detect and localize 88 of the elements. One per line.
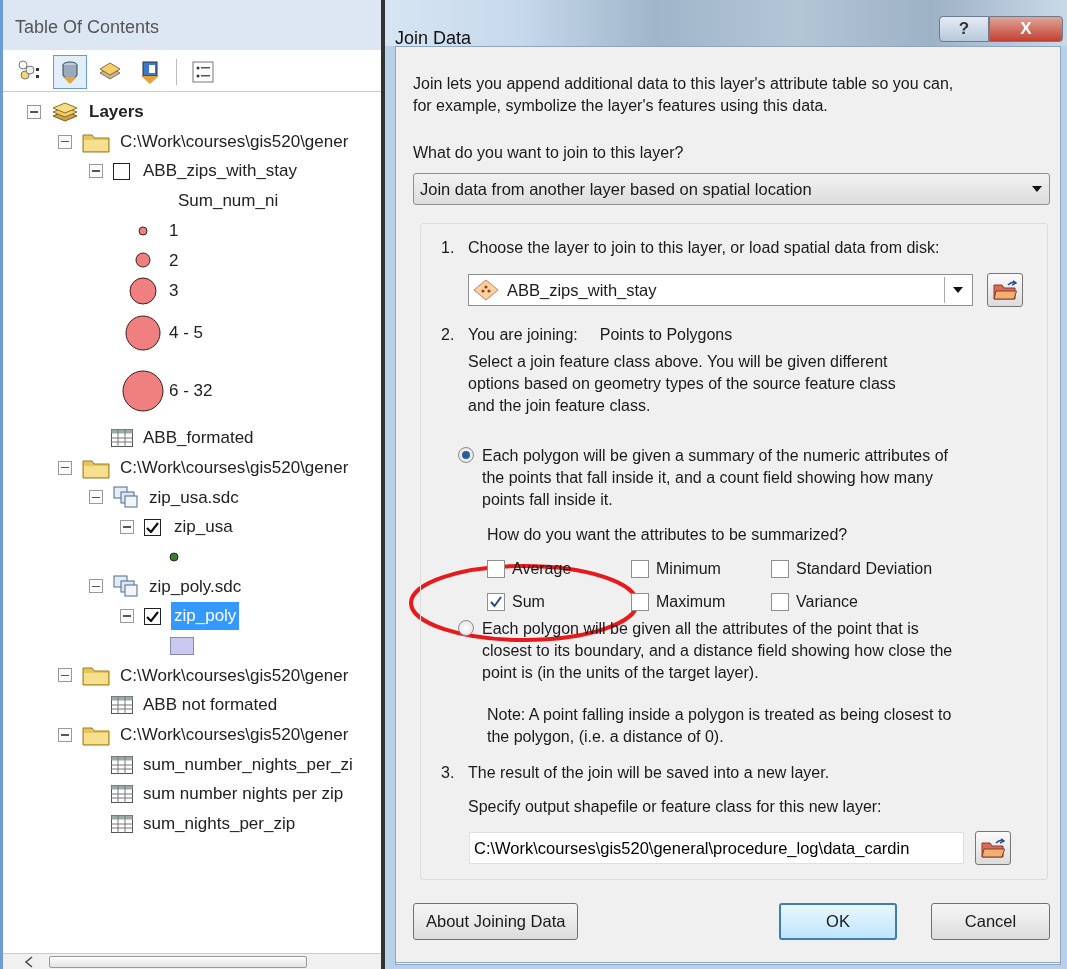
checkbox-label[interactable]: Maximum — [656, 590, 726, 614]
legend-label: 3 — [168, 280, 180, 303]
checkbox[interactable] — [487, 593, 505, 611]
cancel-button[interactable]: Cancel — [931, 903, 1050, 940]
legend-label: 4 - 5 — [168, 322, 205, 345]
table-label[interactable]: sum_number_nights_per_zi — [140, 750, 356, 779]
browse-button[interactable] — [975, 831, 1011, 865]
checkbox[interactable] — [771, 593, 789, 611]
browse-button[interactable] — [987, 273, 1023, 307]
ok-button[interactable]: OK — [779, 903, 897, 940]
folder-label[interactable]: C:\Work\courses\gis520\gener — [117, 453, 352, 482]
option-text: Each polygon will be given a summary of the numeric attributes of the points that fall inside it, and a count field showing how many points fall inside it. — [482, 446, 948, 510]
collapse-toggle[interactable] — [89, 164, 103, 179]
collapse-toggle[interactable] — [89, 579, 103, 594]
table-icon — [111, 696, 133, 715]
layers-icon — [51, 100, 79, 123]
database-button[interactable] — [53, 55, 87, 89]
about-button[interactable]: About Joining Data — [413, 903, 579, 940]
table-icon — [111, 755, 133, 774]
dropdown-caret-icon — [951, 286, 964, 294]
folder-label[interactable]: zip_poly.sdc — [146, 572, 245, 601]
checkbox[interactable] — [631, 560, 649, 578]
help-button[interactable]: ? — [939, 16, 989, 42]
legend-label: 2 — [168, 249, 180, 272]
collapse-toggle[interactable] — [120, 609, 134, 624]
collapse-toggle[interactable] — [58, 460, 72, 475]
join-type-dropdown[interactable]: Join data from another layer based on spatial location — [413, 173, 1050, 205]
folder-label[interactable]: zip_usa.sdc — [146, 483, 242, 512]
options-list-icon — [190, 59, 216, 85]
layer-dropdown[interactable]: ABB_zips_with_stay — [468, 274, 973, 306]
intro-text: Join lets you append additional data to this layer's attribute table so you can, for example, symbolize the layer's features using this data. — [413, 74, 955, 116]
checkbox[interactable] — [144, 607, 161, 625]
checkbox[interactable] — [487, 560, 505, 578]
open-folder-icon — [981, 838, 1005, 858]
folder-label[interactable]: C:\Work\courses\gis520\gener — [117, 127, 352, 156]
collapse-toggle[interactable] — [120, 520, 134, 535]
table-label[interactable]: sum_nights_per_zip — [140, 810, 299, 838]
panel-title: Table Of Contents — [3, 0, 381, 50]
joining-value: Points to Polygons — [599, 325, 733, 345]
output-prompt: Specify output shapefile or feature class for this new layer: — [468, 797, 883, 817]
legend-label: 1 — [168, 219, 180, 242]
open-folder-icon — [993, 280, 1017, 300]
checkbox[interactable] — [631, 593, 649, 611]
checkbox-label[interactable]: Standard Deviation — [796, 557, 933, 581]
checkbox-label[interactable]: Minimum — [656, 557, 721, 581]
stacked-squares-icon — [113, 486, 139, 509]
legend-heading: Sum_num_ni — [177, 190, 280, 213]
note-text: Note: A point falling inside a polygon is treated as being closest to the polygon, (i.e. a distance of 0). — [487, 705, 953, 747]
folder-label[interactable]: C:\Work\courses\gis520\gener — [117, 721, 352, 749]
table-icon — [111, 428, 133, 447]
table-label[interactable]: sum number nights per zip — [140, 780, 347, 808]
point-layer-icon — [473, 279, 499, 301]
layer-label[interactable]: ABB_zips_with_stay — [140, 157, 301, 185]
step-number: 1. — [441, 238, 456, 258]
checkbox[interactable] — [144, 518, 161, 536]
dropdown-caret-icon — [1031, 185, 1043, 193]
scroll-left-icon[interactable] — [23, 955, 35, 968]
summary-question: How do you want the attributes to be summarized? — [487, 525, 849, 545]
collapse-toggle[interactable] — [58, 727, 72, 742]
step-number: 2. — [441, 325, 456, 345]
step-description: Select a join feature class above. You will be given different options based on geometry types of the source feature class and the join feature class. — [468, 352, 897, 416]
horizontal-scrollbar[interactable] — [3, 953, 381, 969]
scroll-thumb[interactable] — [49, 955, 307, 968]
collapse-toggle[interactable] — [89, 490, 103, 505]
folder-icon — [82, 664, 110, 687]
collapse-toggle[interactable] — [58, 134, 72, 149]
layer-label[interactable]: zip_usa — [171, 513, 236, 541]
checkbox[interactable] — [771, 560, 789, 578]
step-label: You are joining: — [468, 325, 578, 345]
collapse-toggle[interactable] — [58, 668, 72, 683]
folder-label[interactable]: C:\Work\courses\gis520\gener — [117, 661, 352, 690]
step-number: 3. — [441, 763, 456, 783]
stacked-squares-icon — [113, 575, 139, 598]
checkbox[interactable] — [113, 162, 130, 180]
step-label: The result of the join will be saved into a new layer. — [468, 763, 830, 783]
data-frame-label[interactable]: Layers — [86, 98, 147, 126]
step-label: Choose the layer to join to this layer, or load spatial data from disk: — [468, 238, 940, 258]
dialog-title: Join Data — [395, 27, 472, 50]
checkbox-label[interactable]: Sum — [512, 590, 545, 614]
table-label[interactable]: ABB_formated — [140, 424, 257, 452]
checkbox-label[interactable]: Variance — [796, 590, 858, 614]
legend-label: 6 - 32 — [168, 380, 214, 403]
table-label[interactable]: ABB not formated — [140, 691, 281, 719]
collapse-toggle[interactable] — [27, 104, 41, 119]
table-icon — [111, 814, 133, 833]
table-icon — [111, 785, 133, 804]
output-path-field[interactable]: C:\Work\courses\gis520\general\procedure_log\data_cardin — [469, 832, 964, 864]
question-label: What do you want to join to this layer? — [413, 143, 685, 163]
